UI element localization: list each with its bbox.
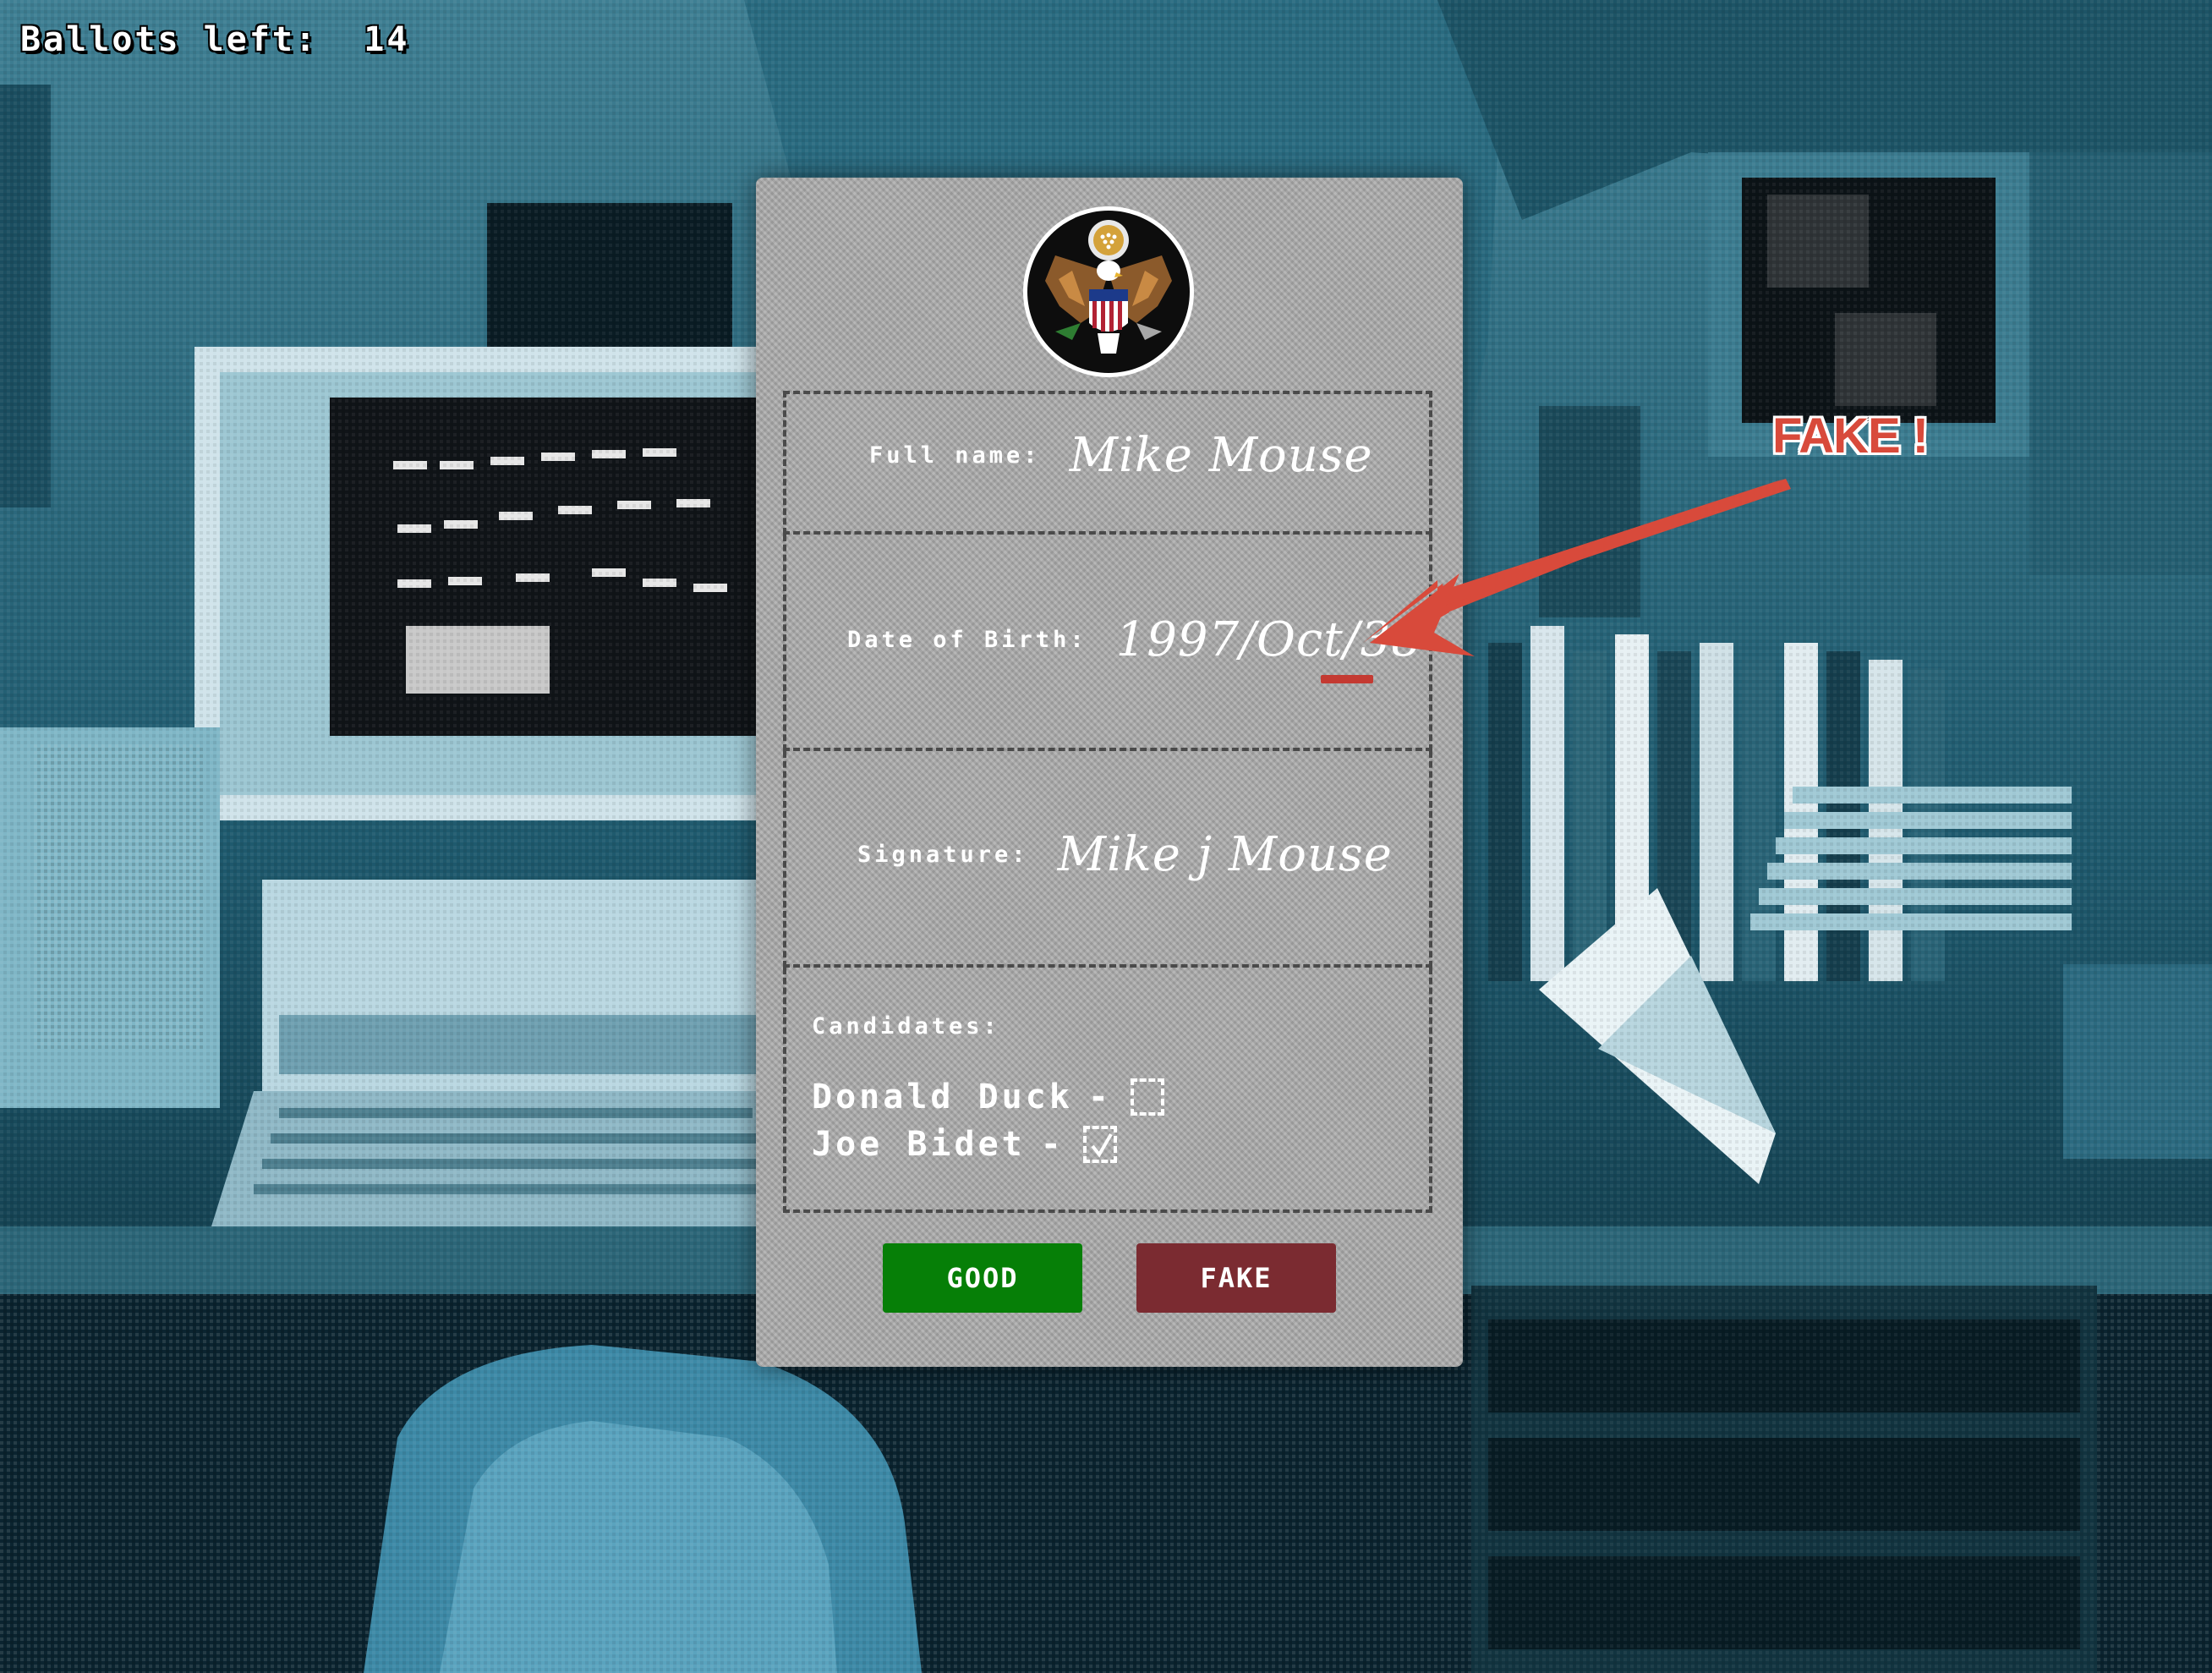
ballots-left-value: 14 bbox=[364, 20, 410, 59]
date-of-birth-field: Date of Birth: 1997/Oct/38 bbox=[847, 612, 1422, 667]
candidate-separator: - bbox=[1087, 1078, 1112, 1116]
signature-section: Signature: Mike j Mouse bbox=[783, 751, 1432, 968]
full-name-field: Full name: Mike Mouse bbox=[869, 428, 1373, 483]
us-great-seal-eagle-icon bbox=[1023, 206, 1194, 377]
invalid-day-highlight bbox=[1321, 675, 1373, 683]
date-of-birth-label: Date of Birth: bbox=[847, 627, 1087, 653]
checkmark-icon bbox=[1091, 1133, 1113, 1158]
candidates-label: Candidates: bbox=[812, 1013, 1000, 1039]
signature-value: Mike j Mouse bbox=[1057, 827, 1393, 882]
candidates-section: Candidates: Donald Duck - Joe Bidet - bbox=[783, 968, 1432, 1213]
candidate-name: Joe Bidet bbox=[812, 1125, 1026, 1164]
ballots-left-label: Ballots left: bbox=[20, 20, 319, 59]
signature-field: Signature: Mike j Mouse bbox=[857, 827, 1393, 882]
good-button[interactable]: GOOD bbox=[883, 1243, 1082, 1313]
signature-label: Signature: bbox=[857, 842, 1029, 868]
candidate-row: Joe Bidet - bbox=[812, 1125, 1117, 1164]
full-name-section: Full name: Mike Mouse bbox=[783, 391, 1432, 535]
candidate-checkbox-unchecked bbox=[1131, 1078, 1164, 1116]
candidate-separator: - bbox=[1040, 1125, 1065, 1164]
date-of-birth-value: 1997/Oct/38 bbox=[1115, 612, 1422, 667]
candidate-name: Donald Duck bbox=[812, 1078, 1073, 1116]
full-name-value: Mike Mouse bbox=[1069, 428, 1373, 483]
fake-annotation-label: FAKE ! bbox=[1772, 409, 1929, 464]
ballots-left-counter: Ballots left: 14 bbox=[20, 20, 409, 59]
fake-button[interactable]: FAKE bbox=[1136, 1243, 1336, 1313]
ballot-card: Full name: Mike Mouse Date of Birth: 199… bbox=[756, 178, 1463, 1367]
candidate-row: Donald Duck - bbox=[812, 1078, 1164, 1116]
full-name-label: Full name: bbox=[869, 442, 1041, 469]
candidate-checkbox-checked bbox=[1082, 1126, 1117, 1163]
date-of-birth-section: Date of Birth: 1997/Oct/38 bbox=[783, 535, 1432, 751]
